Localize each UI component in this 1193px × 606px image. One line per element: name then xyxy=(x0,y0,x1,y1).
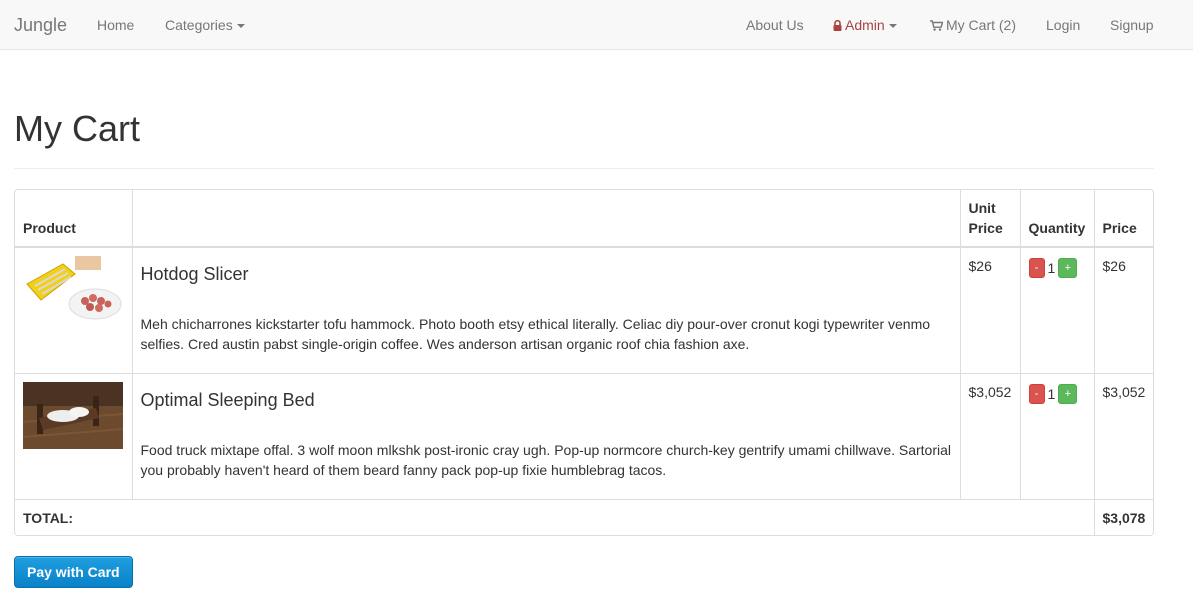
quantity-stepper: -1 + xyxy=(1028,382,1086,405)
header-price: Price xyxy=(1093,190,1153,248)
quantity-stepper: -1 + xyxy=(1028,256,1086,279)
unit-price-cell: $3,052 xyxy=(959,373,1021,500)
sleeping-bed-image xyxy=(23,382,123,449)
cart-icon xyxy=(930,20,943,31)
table-row: Hotdog Slicer Meh chicharrones kickstart… xyxy=(15,246,1153,374)
total-label: TOTAL: xyxy=(15,499,1095,535)
price-cell: $3,052 xyxy=(1093,373,1153,500)
nav-admin-dropdown[interactable]: Admin xyxy=(833,16,897,34)
product-image-cell xyxy=(15,246,133,374)
lock-icon xyxy=(833,20,842,31)
header-product: Product xyxy=(15,190,132,248)
navbar: Jungle Home Categories About Us Admin My… xyxy=(0,0,1193,50)
increase-quantity-button[interactable]: + xyxy=(1058,258,1078,279)
product-description: Food truck mixtape offal. 3 wolf moon ml… xyxy=(140,442,952,478)
brand-link[interactable]: Jungle xyxy=(14,14,67,36)
nav-categories-dropdown[interactable]: Categories xyxy=(165,16,245,34)
header-quantity: Quantity xyxy=(1019,190,1095,248)
header-unit-price: Unit Price xyxy=(959,190,1021,248)
title-divider xyxy=(14,168,1154,169)
hotdog-slicer-image xyxy=(23,256,123,323)
nav-about[interactable]: About Us xyxy=(746,16,804,34)
product-name: Optimal Sleeping Bed xyxy=(140,390,315,410)
total-value: $3,078 xyxy=(1093,499,1153,535)
product-info-cell: Optimal Sleeping Bed Food truck mixtape … xyxy=(131,373,961,500)
quantity-cell: -1 + xyxy=(1019,246,1095,374)
price-cell: $26 xyxy=(1093,246,1153,374)
caret-down-icon xyxy=(236,24,245,29)
page-title: My Cart xyxy=(14,108,140,149)
product-description: Meh chicharrones kickstarter tofu hammoc… xyxy=(140,316,931,352)
nav-cart-label: My Cart (2) xyxy=(946,17,1016,33)
pay-with-card-button[interactable]: Pay with Card xyxy=(14,556,133,588)
nav-cart[interactable]: My Cart (2) xyxy=(930,16,1016,34)
decrease-quantity-button[interactable]: - xyxy=(1028,384,1045,405)
product-name: Hotdog Slicer xyxy=(140,264,249,284)
table-header-row: Product Unit Price Quantity Price xyxy=(15,190,1153,248)
decrease-quantity-button[interactable]: - xyxy=(1028,258,1045,279)
cart-table-panel: Product Unit Price Quantity Price Hotdog… xyxy=(14,189,1154,536)
unit-price-cell: $26 xyxy=(959,246,1021,374)
product-info-cell: Hotdog Slicer Meh chicharrones kickstart… xyxy=(131,246,961,374)
nav-categories-label: Categories xyxy=(165,17,233,33)
cart-table: Product Unit Price Quantity Price Hotdog… xyxy=(15,190,1153,535)
nav-signup[interactable]: Signup xyxy=(1110,16,1154,34)
quantity-value: 1 xyxy=(1047,260,1056,277)
quantity-cell: -1 + xyxy=(1019,373,1095,500)
total-row: TOTAL: $3,078 xyxy=(15,499,1153,535)
nav-home[interactable]: Home xyxy=(97,16,134,34)
quantity-value: 1 xyxy=(1047,386,1056,403)
increase-quantity-button[interactable]: + xyxy=(1058,384,1078,405)
nav-login[interactable]: Login xyxy=(1046,16,1080,34)
product-image-cell xyxy=(15,373,133,500)
nav-admin-label: Admin xyxy=(845,17,885,33)
caret-down-icon xyxy=(888,24,897,29)
header-product-spacer xyxy=(131,190,961,248)
table-row: Optimal Sleeping Bed Food truck mixtape … xyxy=(15,373,1153,500)
